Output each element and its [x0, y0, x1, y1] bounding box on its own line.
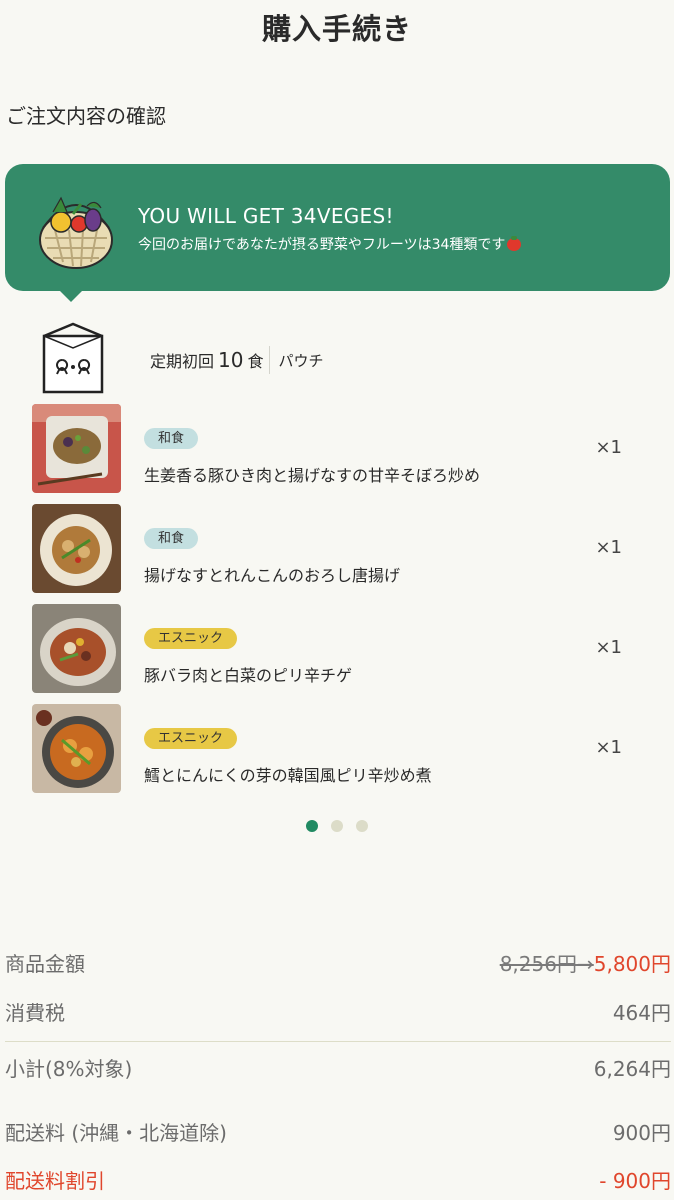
original-price: 8,256円 — [499, 952, 577, 976]
category-badge: 和食 — [144, 528, 199, 549]
quantity: ×1 — [595, 437, 622, 458]
plan-count: 10 — [218, 348, 244, 372]
list-item[interactable]: 和食 生姜香る豚ひき肉と揚げなすの甘辛そぼろ炒め ×1 — [32, 404, 632, 494]
dish-image — [32, 404, 121, 493]
dish-name: 揚げなすとれんこんのおろし唐揚げ — [144, 566, 401, 585]
price-arrow: → — [576, 952, 594, 976]
discounted-price: 5,800円 — [593, 952, 671, 976]
pagination-dot-active[interactable] — [306, 820, 318, 832]
tax-value: 464円 — [612, 1001, 671, 1025]
plan-type: パウチ — [278, 351, 324, 370]
category-badge: 和食 — [144, 428, 199, 449]
banner-text-body: 今回のお届けであなたが摂る野菜やフルーツは34種類です — [138, 237, 506, 253]
dish-image — [32, 604, 121, 693]
summary-divider — [5, 1041, 671, 1042]
shipping-label: 配送料 (沖縄・北海道除) — [5, 1121, 227, 1145]
dish-name: 生姜香る豚ひき肉と揚げなすの甘辛そぼろ炒め — [144, 466, 481, 485]
tax-label: 消費税 — [5, 1001, 65, 1025]
dish-image — [32, 504, 121, 593]
veges-banner: YOU WILL GET 34VEGES! 今回のお届けであなたが摂る野菜やフル… — [5, 164, 670, 302]
quantity: ×1 — [595, 537, 622, 558]
package-box-icon — [42, 322, 104, 394]
subtotal-value: 8,256円→5,800円 — [500, 948, 671, 977]
quantity: ×1 — [595, 737, 622, 758]
category-badge: エスニック — [144, 628, 238, 649]
list-item[interactable]: 和食 揚げなすとれんこんのおろし唐揚げ ×1 — [32, 504, 632, 594]
small-total-value: 6,264円 — [593, 1057, 671, 1081]
quantity: ×1 — [595, 637, 622, 658]
plan-unit: 食 — [247, 352, 264, 371]
banner-heading: YOU WILL GET 34VEGES! — [138, 204, 394, 228]
dish-image — [32, 704, 121, 793]
plan-prefix: 定期初回 — [150, 352, 215, 371]
carousel-pagination — [306, 820, 368, 832]
list-item[interactable]: エスニック 鱈とにんにくの芽の韓国風ピリ辛炒め煮 ×1 — [32, 704, 632, 794]
order-confirm-heading: ご注文内容の確認 — [6, 104, 166, 128]
dish-name: 豚バラ肉と白菜のピリ辛チゲ — [144, 666, 353, 685]
small-total-label: 小計(8%対象) — [5, 1057, 133, 1081]
shipping-discount-value: - 900円 — [599, 1169, 671, 1193]
banner-text: 今回のお届けであなたが摂る野菜やフルーツは34種類です — [138, 234, 522, 254]
dish-name: 鱈とにんにくの芽の韓国風ピリ辛炒め煮 — [144, 766, 432, 785]
shipping-value: 900円 — [612, 1121, 671, 1145]
tomato-icon — [507, 236, 522, 251]
list-item[interactable]: エスニック 豚バラ肉と白菜のピリ辛チゲ ×1 — [32, 604, 632, 694]
plan-divider — [269, 346, 271, 374]
vegetable-basket-icon — [39, 196, 113, 269]
page-title: 購入手続き — [261, 12, 412, 46]
subtotal-label: 商品金額 — [5, 952, 85, 976]
shipping-discount-label: 配送料割引 — [5, 1169, 105, 1193]
plan-summary: 定期初回 10 食 パウチ — [150, 346, 324, 374]
pagination-dot[interactable] — [356, 820, 368, 832]
pagination-dot[interactable] — [331, 820, 343, 832]
category-badge: エスニック — [144, 728, 238, 749]
